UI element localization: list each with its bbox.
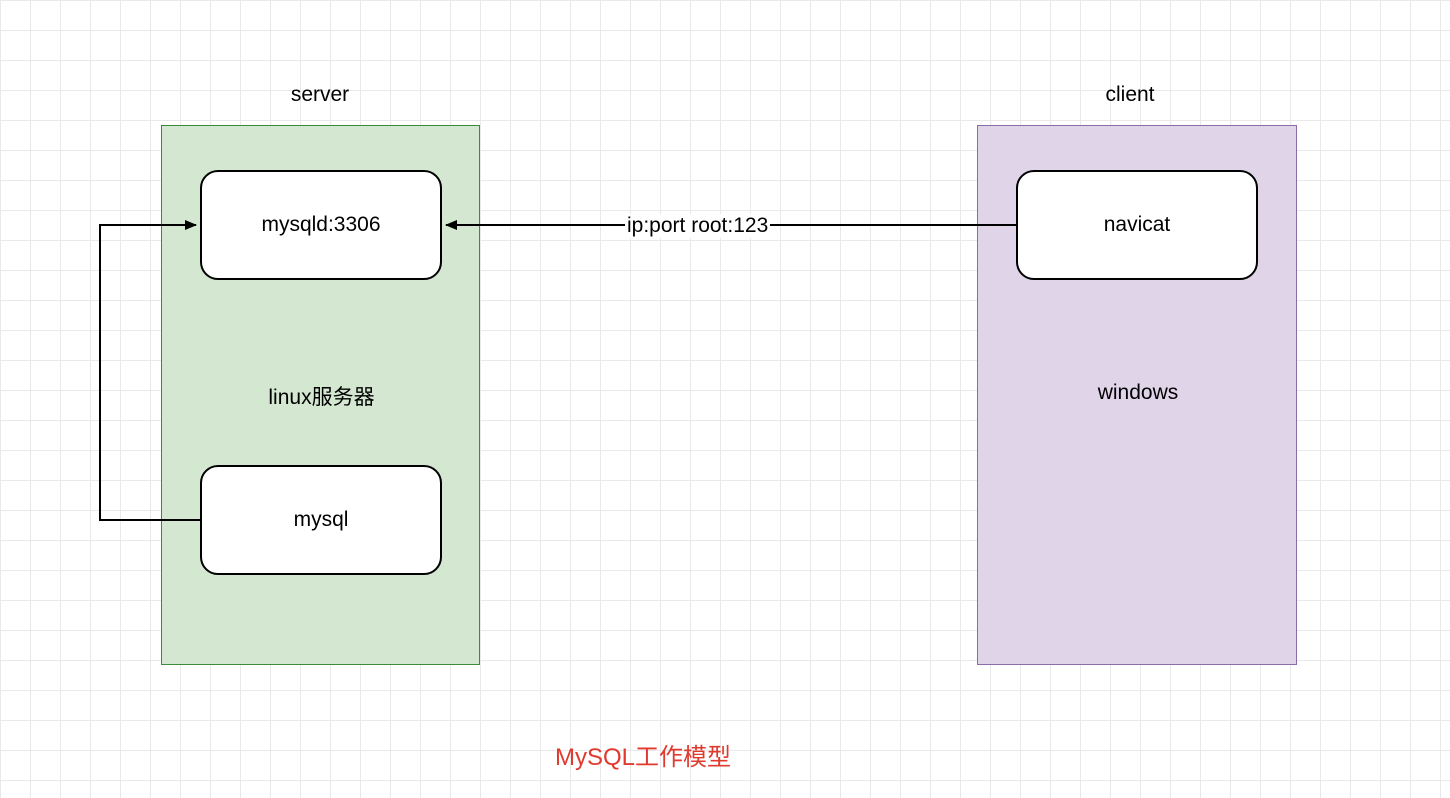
connection-label: ip:port root:123 (625, 214, 770, 238)
client-container-label: windows (978, 381, 1298, 405)
diagram-title: MySQL工作模型 (555, 737, 731, 772)
navicat-node-label: navicat (1104, 213, 1171, 237)
diagram-canvas: server client linux服务器 windows mysqld:33… (0, 0, 1450, 798)
navicat-node: navicat (1016, 170, 1258, 280)
client-title-label: client (1060, 83, 1200, 107)
mysqld-node: mysqld:3306 (200, 170, 442, 280)
mysqld-node-label: mysqld:3306 (261, 213, 380, 237)
server-title-label: server (250, 83, 390, 107)
mysql-node-label: mysql (294, 508, 349, 532)
mysql-node: mysql (200, 465, 442, 575)
server-container-label: linux服务器 (162, 381, 481, 411)
